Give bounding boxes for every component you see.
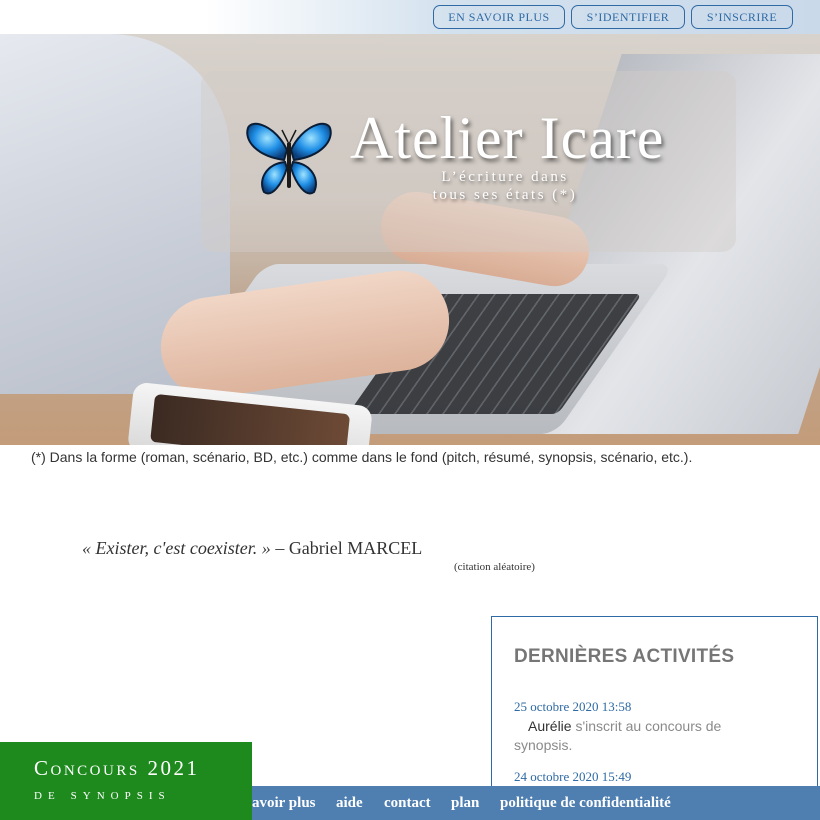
activity-date: 24 octobre 2020 15:49 (514, 769, 632, 784)
quote-author: – Gabriel MARCEL (275, 538, 423, 558)
butterfly-icon (246, 122, 332, 195)
tagline-line-1: L’écriture dans (441, 169, 569, 185)
activity-text: Aurélie s'inscrit au concours de synopsi… (514, 717, 754, 755)
site-tagline: L’écriture dans tous ses états (*) (400, 168, 610, 204)
footer-link-aide[interactable]: aide (336, 795, 363, 812)
footer-link-contact[interactable]: contact (384, 795, 431, 812)
site-title: Atelier Icare (350, 105, 665, 171)
random-quote: « Exister, c'est coexister. » – Gabriel … (82, 538, 422, 559)
activity-user[interactable]: Aurélie (528, 718, 572, 734)
concours-title: Concours 2021 (34, 756, 200, 780)
tagline-footnote: (*) Dans la forme (roman, scénario, BD, … (31, 449, 693, 465)
footer-link-politique[interactable]: politique de confidentialité (500, 795, 671, 812)
footer-link-plan[interactable]: plan (451, 795, 479, 812)
latest-activities-title: DERNIÈRES ACTIVITÉS (514, 646, 735, 667)
hero-banner: Atelier Icare L’écriture dans tous ses é… (0, 34, 820, 445)
quote-source-label: (citation aléatoire) (454, 561, 535, 573)
concours-banner[interactable]: Concours 2021 de synopsis (0, 742, 252, 820)
inscrire-button[interactable]: S’INSCRIRE (691, 5, 793, 29)
concours-subtitle: de synopsis (34, 786, 171, 803)
activity-date: 25 octobre 2020 13:58 (514, 699, 632, 714)
top-bar: EN SAVOIR PLUS S’IDENTIFIER S’INSCRIRE (0, 0, 820, 34)
identifier-button[interactable]: S’IDENTIFIER (571, 5, 685, 29)
tagline-line-2: tous ses états (*) (432, 187, 578, 203)
quote-text: « Exister, c'est coexister. » (82, 538, 271, 558)
en-savoir-plus-button[interactable]: EN SAVOIR PLUS (433, 5, 565, 29)
footer-link-savoir-plus[interactable]: avoir plus (252, 795, 316, 812)
